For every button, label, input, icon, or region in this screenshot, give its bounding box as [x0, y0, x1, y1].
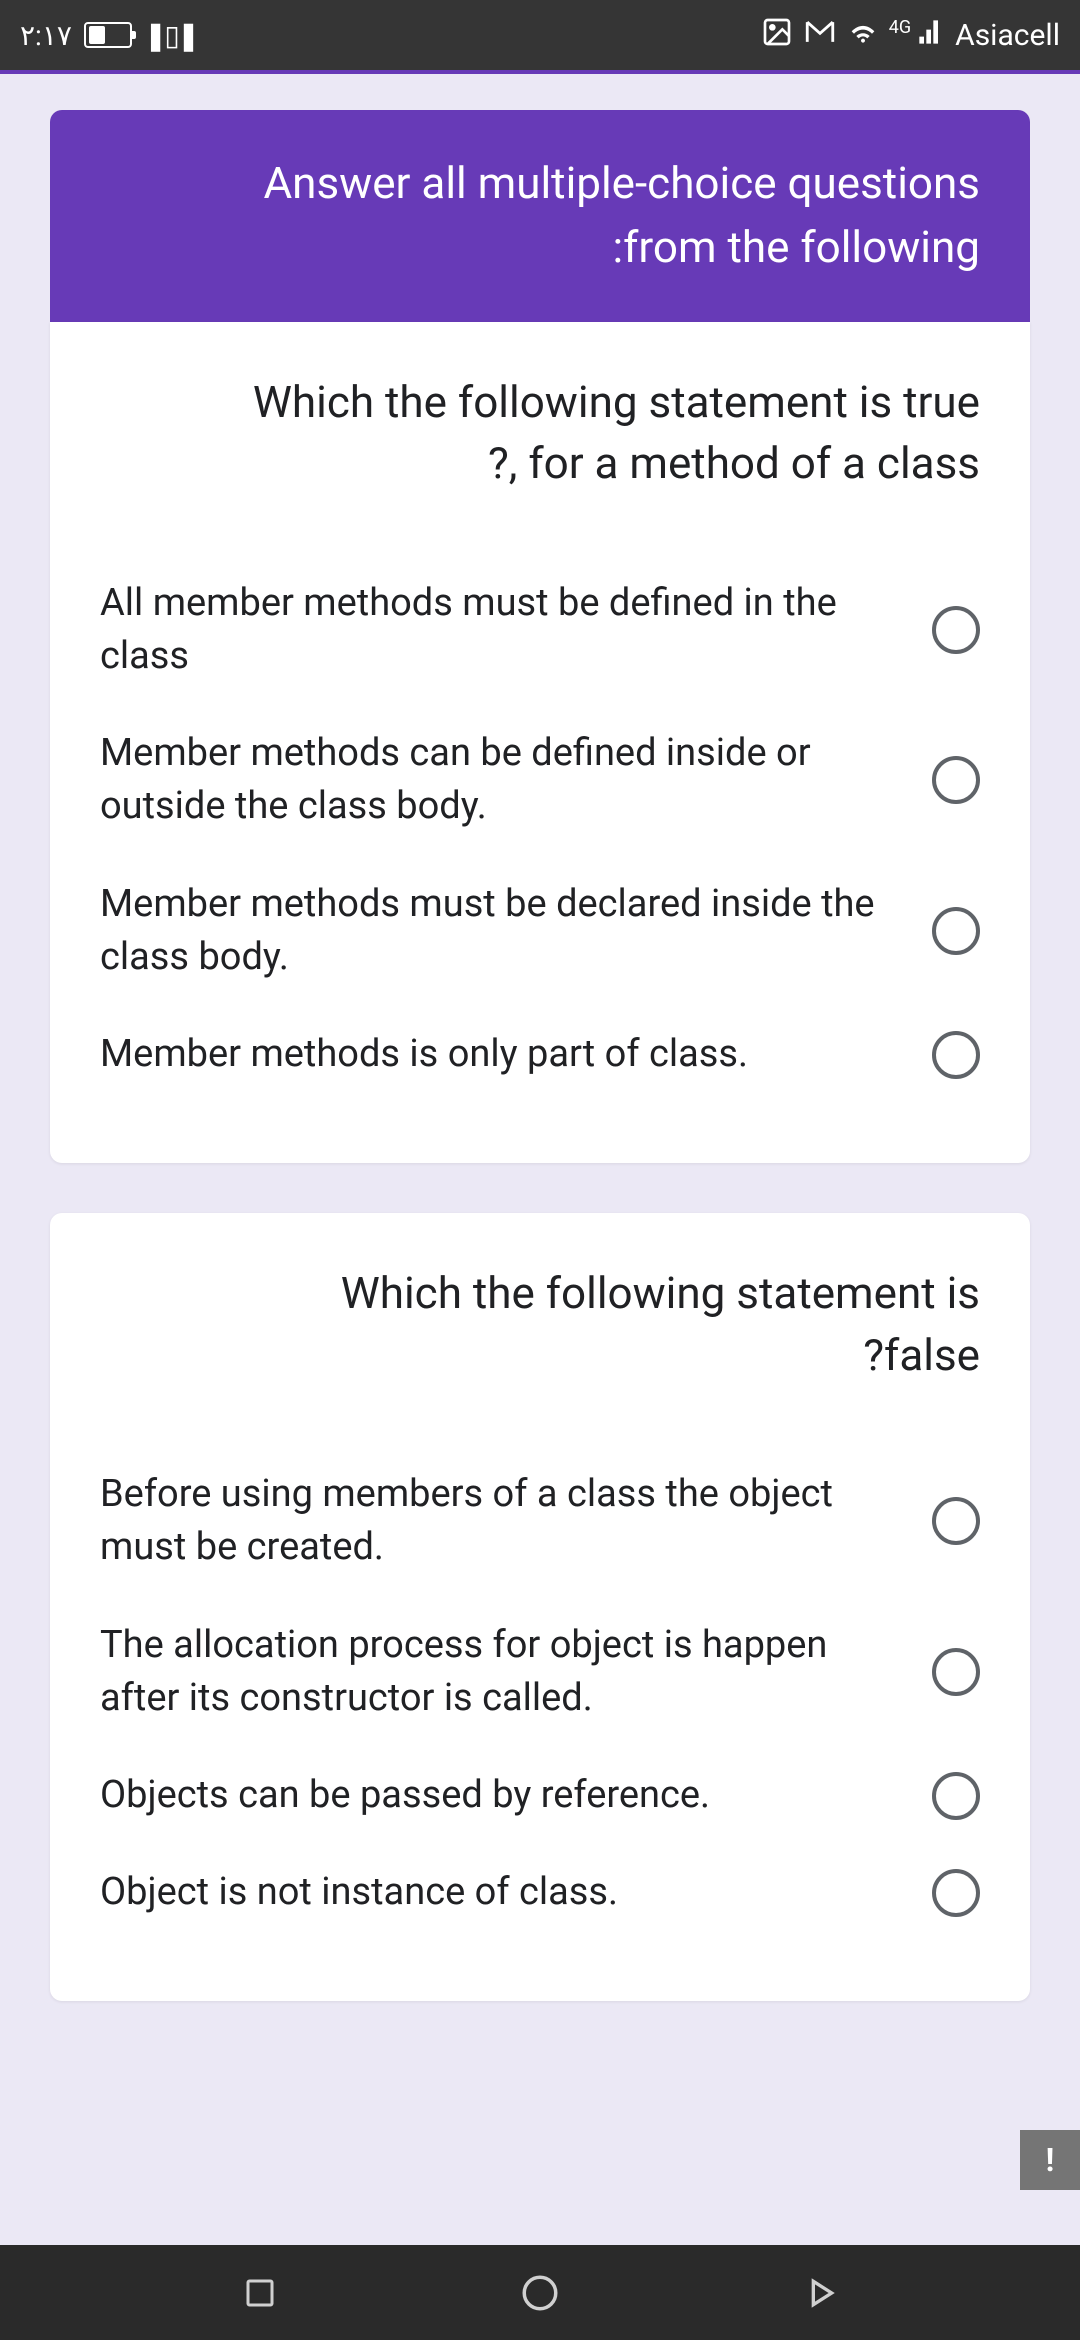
form-header: Answer all multiple-choice questions :fr… — [50, 110, 1030, 322]
question-text: Which the following statement is true ?,… — [100, 372, 980, 495]
question-text: Which the following statement is ?false — [100, 1263, 980, 1386]
nav-recent-button[interactable] — [235, 2268, 285, 2318]
status-right: 4G Asiacell — [761, 15, 1060, 56]
header-title-line2: :from the following — [100, 216, 980, 280]
option-row[interactable]: Object is not instance of class. — [100, 1844, 980, 1941]
question-card-2: Which the following statement is ?false … — [50, 1213, 1030, 2001]
radio-icon[interactable] — [932, 1648, 980, 1696]
radio-icon[interactable] — [932, 606, 980, 654]
option-text: Before using members of a class the obje… — [100, 1468, 902, 1574]
radio-icon[interactable] — [932, 756, 980, 804]
header-title-line1: Answer all multiple-choice questions — [100, 152, 980, 216]
option-row[interactable]: Before using members of a class the obje… — [100, 1446, 980, 1596]
option-row[interactable]: The allocation process for object is hap… — [100, 1597, 980, 1747]
vibrate-icon: ❚▯❚ — [144, 19, 197, 52]
option-row[interactable]: All member methods must be defined in th… — [100, 555, 980, 705]
option-row[interactable]: Member methods can be defined inside or … — [100, 705, 980, 855]
nav-home-button[interactable] — [515, 2268, 565, 2318]
image-icon — [761, 16, 793, 55]
network-type: 4G — [889, 17, 911, 38]
option-text: Objects can be passed by reference. — [100, 1769, 902, 1822]
status-left: ٢:١٧ ❚▯❚ — [20, 19, 197, 52]
radio-icon[interactable] — [932, 1869, 980, 1917]
option-text: Member methods can be defined inside or … — [100, 727, 902, 833]
navigation-bar — [0, 2245, 1080, 2340]
exclamation-icon: ! — [1046, 2141, 1055, 2179]
radio-icon[interactable] — [932, 1772, 980, 1820]
radio-icon[interactable] — [932, 1031, 980, 1079]
option-row[interactable]: Objects can be passed by reference. — [100, 1747, 980, 1844]
status-time: ٢:١٧ — [20, 19, 72, 52]
option-text: Object is not instance of class. — [100, 1866, 902, 1919]
status-bar: ٢:١٧ ❚▯❚ 4G Asiacell — [0, 0, 1080, 70]
option-row[interactable]: Member methods is only part of class. — [100, 1006, 980, 1103]
battery-icon — [84, 22, 132, 48]
option-row[interactable]: Member methods must be declared inside t… — [100, 856, 980, 1006]
radio-icon[interactable] — [932, 1497, 980, 1545]
content-area: Answer all multiple-choice questions :fr… — [0, 70, 1080, 2001]
feedback-button[interactable]: ! — [1020, 2130, 1080, 2190]
radio-icon[interactable] — [932, 907, 980, 955]
option-text: Member methods is only part of class. — [100, 1028, 902, 1081]
signal-icon — [917, 18, 945, 53]
option-text: Member methods must be declared inside t… — [100, 878, 902, 984]
option-text: The allocation process for object is hap… — [100, 1619, 902, 1725]
nav-back-button[interactable] — [795, 2268, 845, 2318]
wifi-icon — [847, 16, 879, 55]
option-text: All member methods must be defined in th… — [100, 577, 902, 683]
gmail-icon — [803, 15, 837, 56]
carrier-name: Asiacell — [955, 18, 1060, 53]
question-card-1: Which the following statement is true ?,… — [50, 322, 1030, 1164]
accent-line — [0, 70, 1080, 74]
